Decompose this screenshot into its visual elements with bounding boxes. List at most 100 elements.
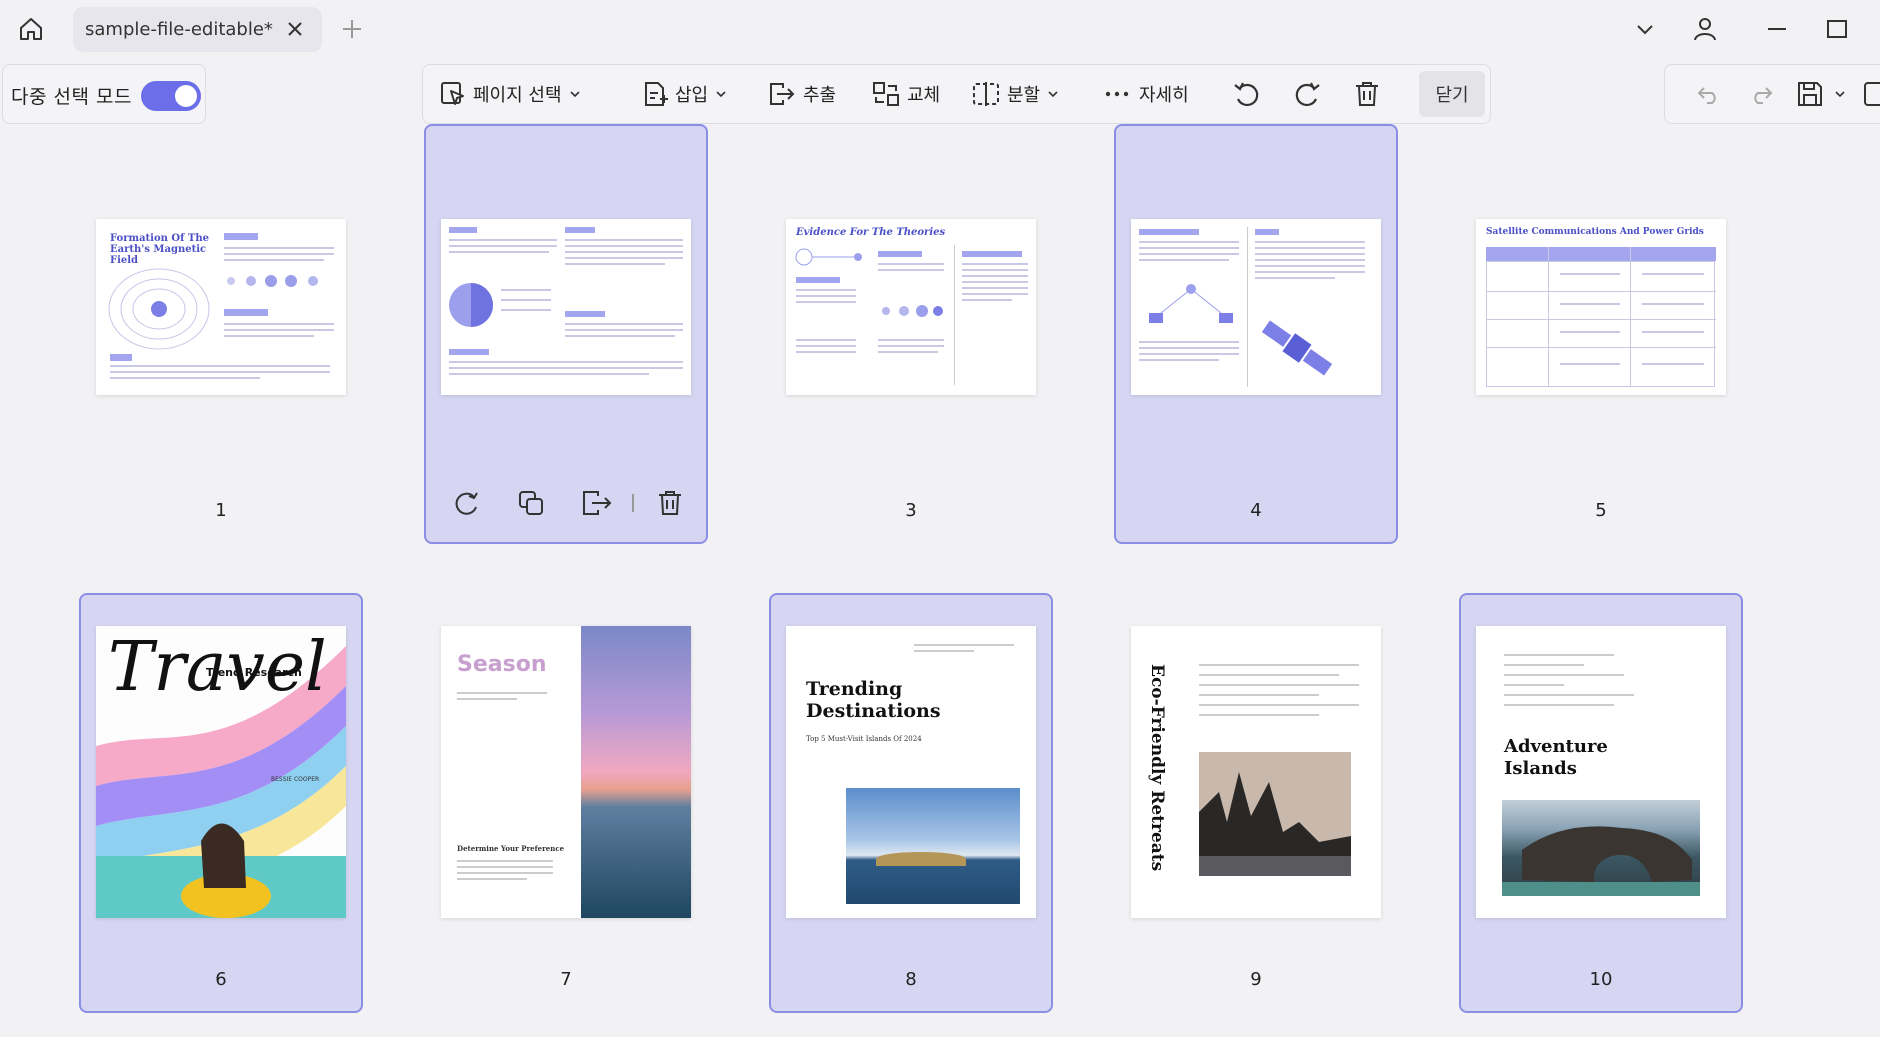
page-card-10[interactable]: Adventure Islands 10 — [1459, 593, 1743, 1013]
page-thumbnail[interactable] — [1131, 219, 1381, 395]
page-thumbnail[interactable]: Trending Destinations Top 5 Must-Visit I… — [786, 626, 1036, 918]
page-card-4[interactable]: 4 — [1114, 124, 1398, 544]
rocks-photo — [1199, 752, 1351, 876]
home-button[interactable] — [12, 10, 50, 48]
minimize-icon — [1768, 28, 1786, 30]
chevron-down-icon — [716, 91, 726, 98]
page-thumbnail[interactable]: Formation Of The Earth's Magnetic Field — [96, 219, 346, 395]
maximize-icon — [1827, 20, 1847, 38]
cursor-select-icon — [441, 82, 464, 105]
chevron-down-icon[interactable] — [1833, 87, 1847, 101]
page-toolbar: 페이지 선택 삽입 추출 교체 분할 자세히 닫기 — [422, 64, 1491, 124]
insert-page-icon — [645, 82, 668, 106]
rotate-right-icon — [455, 492, 478, 515]
extract-icon — [583, 491, 612, 515]
trash-icon — [1356, 82, 1378, 106]
page-thumbnail[interactable] — [441, 219, 691, 395]
multiselect-toggle[interactable] — [141, 81, 201, 111]
page-number: 9 — [1250, 969, 1262, 990]
page-card-1[interactable]: Formation Of The Earth's Magnetic Field — [79, 124, 363, 544]
insert-button[interactable]: 삽입 — [641, 65, 728, 123]
thumb-title: Trending Destinations — [806, 678, 941, 722]
magnetic-field-illustration — [108, 268, 210, 350]
page-card-2[interactable]: 2 — [424, 124, 708, 544]
save-icon[interactable] — [1795, 79, 1825, 109]
satellite-illustration — [1261, 320, 1333, 376]
panel-icon[interactable] — [1861, 79, 1880, 109]
rotate-left-icon — [1234, 82, 1259, 107]
page-thumbnail[interactable]: Evidence For The Theories — [786, 219, 1036, 395]
account-button[interactable] — [1690, 14, 1720, 44]
insert-label: 삽입 — [675, 85, 709, 106]
page-number: 10 — [1589, 969, 1613, 990]
thumb-author: BESSIE COOPER — [271, 776, 320, 783]
title-bar: sample-file-editable* — [0, 0, 1880, 58]
replace-icon — [873, 82, 899, 106]
replace-label: 교체 — [907, 85, 941, 106]
multiselect-panel: 다중 선택 모드 — [2, 64, 206, 124]
page-card-actions — [446, 488, 686, 524]
page-number: 5 — [1595, 500, 1607, 521]
more-button[interactable]: 자세히 — [1103, 65, 1189, 123]
user-icon — [1694, 18, 1716, 41]
duplicate-page-button[interactable] — [516, 488, 546, 522]
minimize-button[interactable] — [1762, 14, 1792, 44]
rotate-page-button[interactable] — [452, 488, 482, 522]
page-card-9[interactable]: Eco-Friendly Retreats 9 — [1114, 593, 1398, 1013]
page-number: 6 — [215, 969, 227, 990]
page-select-label: 페이지 선택 — [473, 85, 562, 106]
page-card-3[interactable]: Evidence For The Theories 3 — [769, 124, 1053, 544]
plus-icon[interactable] — [340, 17, 364, 41]
island-photo — [846, 788, 1020, 904]
page-thumbnail[interactable]: Travel Trend Research BESSIE COOPER — [96, 626, 346, 918]
rotate-left-button[interactable] — [1231, 65, 1263, 123]
diagram-illustration — [795, 248, 862, 266]
replace-button[interactable]: 교체 — [871, 65, 940, 123]
extract-page-button[interactable] — [580, 488, 614, 522]
page-thumbnail[interactable]: Season Determine Your Preference — [441, 626, 691, 918]
maximize-button[interactable] — [1822, 14, 1852, 44]
actions-divider — [632, 494, 634, 512]
page-number: 3 — [905, 500, 917, 521]
thumb-title: Evidence For The Theories — [796, 227, 946, 238]
multiselect-label: 다중 선택 모드 — [11, 86, 132, 108]
extract-label: 추출 — [803, 85, 837, 106]
tab-title: sample-file-editable* — [85, 19, 273, 40]
page-thumbnail[interactable]: Eco-Friendly Retreats — [1131, 626, 1381, 918]
trash-icon — [659, 491, 681, 515]
close-button[interactable]: 닫기 — [1419, 71, 1485, 117]
extract-button[interactable]: 추출 — [767, 65, 836, 123]
rotate-right-icon — [1295, 82, 1320, 107]
satellite-network-diagram — [1149, 284, 1233, 323]
document-tab[interactable]: sample-file-editable* — [73, 7, 322, 52]
thumb-title: Eco-Friendly Retreats — [1147, 664, 1167, 872]
page-number: 1 — [215, 500, 227, 521]
page-select-button[interactable]: 페이지 선택 — [439, 65, 582, 123]
copy-icon — [519, 491, 543, 515]
page-grid: Formation Of The Earth's Magnetic Field — [0, 124, 1880, 1037]
phase-circles — [227, 275, 318, 287]
delete-button[interactable] — [1353, 65, 1381, 123]
tabs-dropdown-button[interactable] — [1630, 14, 1660, 44]
rotate-right-button[interactable] — [1291, 65, 1323, 123]
page-thumbnail[interactable]: Satellite Communications And Power Grids — [1476, 219, 1726, 395]
page-card-7[interactable]: Season Determine Your Preference 7 — [424, 593, 708, 1013]
page-card-8[interactable]: Trending Destinations Top 5 Must-Visit I… — [769, 593, 1053, 1013]
split-label: 분할 — [1007, 85, 1041, 106]
redo-icon[interactable] — [1749, 83, 1775, 105]
phase-circles — [882, 305, 943, 317]
page-thumbnail[interactable]: Adventure Islands — [1476, 626, 1726, 918]
close-icon[interactable] — [284, 18, 306, 40]
extract-icon — [770, 83, 795, 105]
split-button[interactable]: 분할 — [971, 65, 1060, 123]
thumb-subtitle: Top 5 Must-Visit Islands Of 2024 — [806, 735, 922, 743]
split-icon — [973, 82, 999, 106]
page-card-6[interactable]: Travel Trend Research BESSIE COOPER 6 — [79, 593, 363, 1013]
delete-page-button[interactable] — [656, 488, 684, 522]
undo-icon[interactable] — [1695, 83, 1721, 105]
thumb-subtitle: Trend Research — [206, 666, 302, 679]
chevron-down-icon — [569, 91, 580, 98]
chevron-down-icon — [1048, 91, 1058, 98]
page-number: 4 — [1250, 500, 1262, 521]
page-card-5[interactable]: Satellite Communications And Power Grids… — [1459, 124, 1743, 544]
